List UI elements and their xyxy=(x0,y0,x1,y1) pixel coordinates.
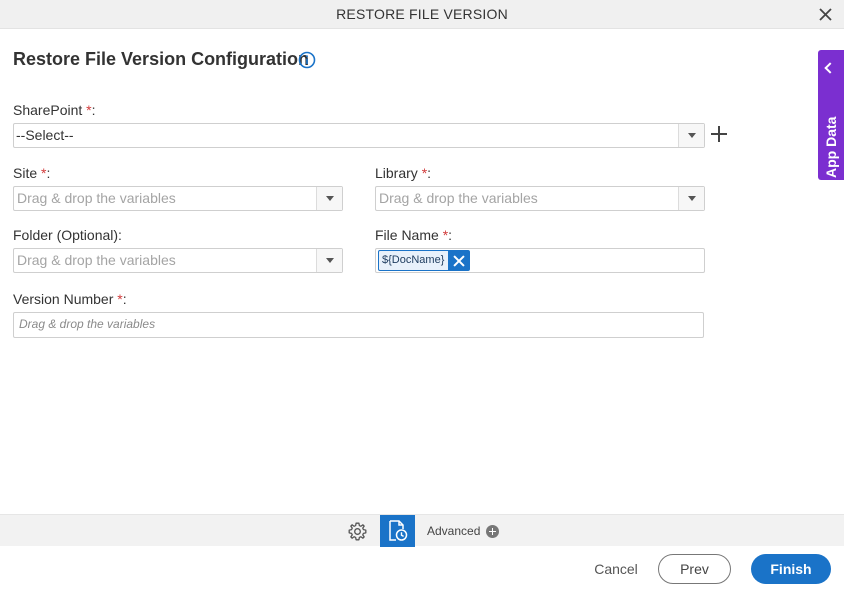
version-number-label: Version Number *: xyxy=(13,291,127,307)
sharepoint-label: SharePoint *: xyxy=(13,102,96,118)
file-history-icon xyxy=(389,520,408,541)
prev-button[interactable]: Prev xyxy=(658,554,731,584)
chevron-left-icon xyxy=(824,62,836,74)
site-label: Site *: xyxy=(13,165,51,181)
cancel-button[interactable]: Cancel xyxy=(592,556,640,582)
sharepoint-select[interactable]: --Select-- xyxy=(13,123,705,148)
version-history-button[interactable] xyxy=(380,515,415,547)
finish-button[interactable]: Finish xyxy=(751,554,831,584)
folder-label: Folder (Optional): xyxy=(13,227,122,243)
chevron-down-icon[interactable] xyxy=(678,124,704,147)
info-icon[interactable] xyxy=(298,51,316,69)
library-field[interactable]: Drag & drop the variables xyxy=(375,186,705,211)
remove-chip-icon[interactable] xyxy=(448,251,470,270)
dialog-titlebar: RESTORE FILE VERSION xyxy=(0,0,844,29)
variable-chip: ${DocName} xyxy=(378,250,471,271)
folder-field[interactable]: Drag & drop the variables xyxy=(13,248,343,273)
plus-circle-icon[interactable] xyxy=(486,525,499,538)
add-sharepoint-connection-icon[interactable] xyxy=(711,126,727,142)
gear-icon[interactable] xyxy=(347,521,368,542)
file-name-label: File Name *: xyxy=(375,227,453,243)
advanced-toggle[interactable]: Advanced xyxy=(427,515,480,547)
page-title: Restore File Version Configuration xyxy=(13,49,310,69)
chevron-down-icon[interactable] xyxy=(678,187,704,210)
close-icon[interactable] xyxy=(817,6,834,23)
chevron-down-icon[interactable] xyxy=(316,187,342,210)
file-name-field[interactable]: ${DocName} xyxy=(375,248,705,273)
app-data-tab[interactable]: App Data xyxy=(818,50,844,180)
library-label: Library *: xyxy=(375,165,432,181)
dialog-title: RESTORE FILE VERSION xyxy=(336,6,508,22)
bottom-toolbar: Advanced xyxy=(0,514,844,547)
chevron-down-icon[interactable] xyxy=(316,249,342,272)
version-number-field[interactable]: Drag & drop the variables xyxy=(13,312,704,338)
site-field[interactable]: Drag & drop the variables xyxy=(13,186,343,211)
